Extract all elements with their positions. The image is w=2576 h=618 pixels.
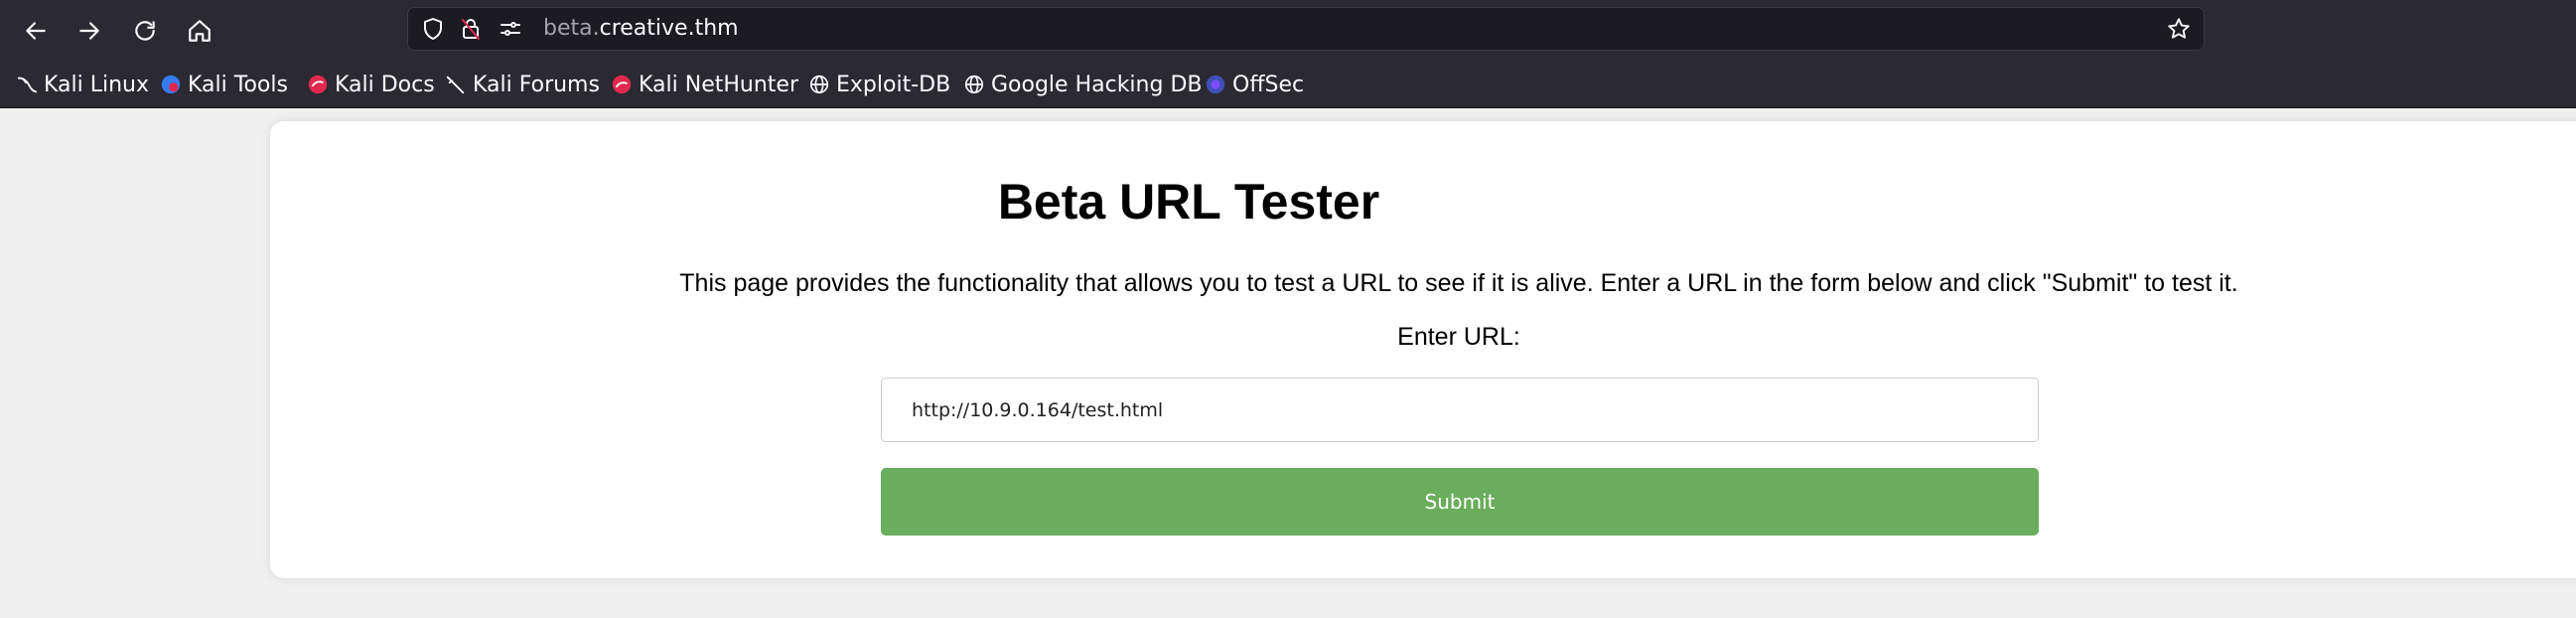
page-title: Beta URL Tester xyxy=(997,174,1380,230)
bookmark-star-icon[interactable] xyxy=(2166,16,2192,42)
kali-docs-icon xyxy=(308,75,328,94)
url-subdomain: beta. xyxy=(543,16,600,41)
url-input[interactable] xyxy=(881,378,2039,442)
tracking-protection-icon[interactable] xyxy=(420,16,446,42)
arrow-right-icon xyxy=(79,22,99,40)
submit-button[interactable]: Submit xyxy=(881,468,2039,536)
bookmark-kali-nethunter[interactable]: Kali NetHunter xyxy=(611,69,798,100)
url-text[interactable]: beta.creative.thm xyxy=(543,8,739,50)
url-bar[interactable]: beta.creative.thm xyxy=(407,7,2205,51)
bookmark-offsec[interactable]: OffSec xyxy=(1205,69,1304,100)
bookmark-label: OffSec xyxy=(1232,72,1305,97)
bookmark-label: Kali NetHunter xyxy=(639,72,798,97)
page-description: This page provides the functionality tha… xyxy=(679,269,2238,297)
bookmark-exploit-db[interactable]: Exploit-DB xyxy=(808,69,950,100)
kali-nethunter-icon xyxy=(612,75,632,94)
home-button[interactable] xyxy=(182,13,217,49)
forward-button[interactable] xyxy=(72,13,107,49)
kali-forums-icon xyxy=(446,76,465,94)
back-button[interactable] xyxy=(18,13,54,49)
bookmark-label: Kali Docs xyxy=(335,72,435,97)
bookmark-label: Kali Forums xyxy=(473,72,600,97)
reload-button[interactable] xyxy=(127,13,163,49)
bookmark-kali-tools[interactable]: Kali Tools xyxy=(160,69,288,100)
bookmark-kali-forums[interactable]: Kali Forums xyxy=(445,69,600,100)
home-icon xyxy=(189,20,211,42)
kali-tools-icon xyxy=(161,75,181,94)
reload-icon xyxy=(135,21,155,41)
arrow-left-icon xyxy=(26,22,46,40)
kali-dragon-icon xyxy=(17,77,38,93)
bookmark-label: Kali Tools xyxy=(188,72,288,97)
bookmark-label: Exploit-DB xyxy=(836,72,951,97)
url-domain: creative.thm xyxy=(599,16,739,41)
globe-icon xyxy=(809,75,829,94)
url-input-label: Enter URL: xyxy=(1397,323,1520,351)
bookmark-kali-docs[interactable]: Kali Docs xyxy=(307,69,435,100)
permissions-icon[interactable] xyxy=(498,16,523,42)
bookmark-label: Kali Linux xyxy=(44,72,150,97)
bookmark-kali-linux[interactable]: Kali Linux xyxy=(16,69,149,100)
offsec-icon xyxy=(1206,75,1225,94)
insecure-lock-icon[interactable] xyxy=(458,16,484,42)
bookmarks-toolbar: Kali Linux Kali Tools Kali Docs Kali For… xyxy=(0,61,2576,108)
bookmark-google-hacking-db[interactable]: Google Hacking DB xyxy=(963,69,1202,100)
bookmark-label: Google Hacking DB xyxy=(991,72,1203,97)
browser-toolbar: beta.creative.thm xyxy=(0,0,2576,61)
globe-icon xyxy=(964,75,984,94)
